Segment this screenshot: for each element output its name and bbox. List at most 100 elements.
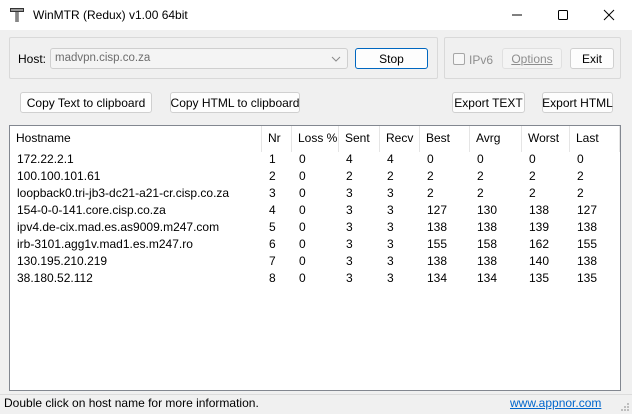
cell-avrg: 2 [477, 186, 484, 200]
table-row[interactable]: 172.22.2.1 1 0 4 4 0 0 0 0 [10, 151, 620, 168]
copy-html-button[interactable]: Copy HTML to clipboard [170, 92, 300, 113]
cell-nr: 4 [269, 203, 276, 217]
cell-worst: 135 [529, 271, 550, 285]
export-html-button[interactable]: Export HTML [542, 92, 613, 113]
cell-hostname: 38.180.52.112 [17, 271, 93, 285]
column-header-sent[interactable]: Sent [339, 126, 380, 152]
cell-last: 138 [577, 220, 598, 234]
minimize-button[interactable] [494, 0, 540, 30]
cell-hostname: 172.22.2.1 [17, 152, 74, 166]
cell-worst: 138 [529, 203, 550, 217]
cell-last: 138 [577, 254, 598, 268]
cell-sent: 3 [346, 186, 353, 200]
column-header-recv[interactable]: Recv [380, 126, 420, 152]
cell-loss: 0 [299, 254, 306, 268]
cell-recv: 3 [387, 186, 394, 200]
table-row[interactable]: loopback0.tri-jb3-dc21-a21-cr.cisp.co.za… [10, 185, 620, 202]
cell-loss: 0 [299, 237, 306, 251]
table-row[interactable]: 154-0-0-141.core.cisp.co.za 4 0 3 3 127 130 138… [10, 202, 620, 219]
cell-avrg: 138 [477, 220, 498, 234]
cell-nr: 2 [269, 169, 276, 183]
options-button[interactable]: Options [502, 48, 562, 69]
window-title: WinMTR (Redux) v1.00 64bit [33, 8, 188, 22]
cell-avrg: 0 [477, 152, 484, 166]
cell-nr: 1 [269, 152, 276, 166]
copy-text-button[interactable]: Copy Text to clipboard [20, 92, 152, 113]
cell-best: 134 [427, 271, 448, 285]
ipv6-checkbox[interactable] [453, 53, 465, 65]
table-row[interactable]: ipv4.de-cix.mad.es.as9009.m247.com 5 0 3 3 13… [10, 219, 620, 236]
title-bar[interactable]: WinMTR (Redux) v1.00 64bit [0, 0, 632, 30]
cell-avrg: 138 [477, 254, 498, 268]
cell-last: 155 [577, 237, 598, 251]
column-header-avrg[interactable]: Avrg [470, 126, 522, 152]
cell-worst: 2 [529, 186, 536, 200]
cell-nr: 7 [269, 254, 276, 268]
table-row[interactable]: 100.100.101.61 2 0 2 2 2 2 2 2 [10, 168, 620, 185]
cell-worst: 140 [529, 254, 550, 268]
exit-button[interactable]: Exit [570, 48, 614, 69]
cell-recv: 3 [387, 203, 394, 217]
column-header-loss[interactable]: Loss % [292, 126, 339, 152]
maximize-button[interactable] [540, 0, 586, 30]
column-header-last[interactable]: Last [570, 126, 620, 152]
cell-recv: 2 [387, 169, 394, 183]
table-row[interactable]: 130.195.210.219 7 0 3 3 138 138 140 138 [10, 253, 620, 270]
results-table[interactable]: Hostname Nr Loss % Sent Recv Best Avrg Worst Las… [9, 125, 621, 391]
cell-recv: 4 [387, 152, 394, 166]
chevron-down-icon [331, 56, 341, 62]
stop-button[interactable]: Stop [355, 48, 428, 69]
status-bar: Double click on host name for more infor… [0, 394, 632, 414]
cell-sent: 4 [346, 152, 353, 166]
cell-loss: 0 [299, 186, 306, 200]
table-row[interactable]: irb-3101.agg1v.mad1.es.m247.ro 6 0 3 3 155 158… [10, 236, 620, 253]
column-header-nr[interactable]: Nr [262, 126, 292, 152]
ipv6-label: IPv6 [469, 53, 494, 67]
cell-recv: 3 [387, 220, 394, 234]
cell-sent: 3 [346, 271, 353, 285]
column-header-worst[interactable]: Worst [522, 126, 570, 152]
host-value: madvpn.cisp.co.za [55, 52, 151, 64]
app-icon [9, 7, 25, 23]
cell-best: 155 [427, 237, 448, 251]
cell-nr: 3 [269, 186, 276, 200]
cell-best: 2 [427, 186, 434, 200]
cell-hostname: ipv4.de-cix.mad.es.as9009.m247.com [17, 220, 220, 234]
cell-loss: 0 [299, 152, 306, 166]
cell-best: 0 [427, 152, 434, 166]
table-row[interactable]: 38.180.52.112 8 0 3 3 134 134 135 135 [10, 270, 620, 287]
cell-loss: 0 [299, 203, 306, 217]
cell-avrg: 2 [477, 169, 484, 183]
cell-avrg: 134 [477, 271, 498, 285]
status-message: Double click on host name for more infor… [4, 396, 259, 410]
cell-hostname: loopback0.tri-jb3-dc21-a21-cr.cisp.co.za [17, 186, 230, 200]
resize-grip-icon[interactable] [620, 402, 630, 412]
exit-button-label: Exit [581, 51, 602, 66]
cell-nr: 6 [269, 237, 276, 251]
cell-sent: 3 [346, 254, 353, 268]
website-link[interactable]: www.appnor.com [510, 396, 601, 410]
cell-loss: 0 [299, 169, 306, 183]
cell-recv: 3 [387, 237, 394, 251]
cell-nr: 8 [269, 271, 276, 285]
column-header-best[interactable]: Best [420, 126, 470, 152]
cell-avrg: 130 [477, 203, 498, 217]
cell-sent: 2 [346, 169, 353, 183]
host-combobox[interactable]: madvpn.cisp.co.za [50, 48, 348, 69]
cell-loss: 0 [299, 220, 306, 234]
cell-worst: 162 [529, 237, 550, 251]
minimize-icon [512, 14, 522, 16]
close-button[interactable] [586, 0, 632, 30]
cell-last: 2 [577, 169, 584, 183]
cell-sent: 3 [346, 220, 353, 234]
column-header-hostname[interactable]: Hostname [10, 126, 262, 152]
cell-best: 138 [427, 254, 448, 268]
close-icon [603, 9, 615, 21]
host-label: Host: [18, 52, 47, 66]
cell-last: 0 [577, 152, 584, 166]
export-text-button[interactable]: Export TEXT [452, 92, 525, 113]
cell-hostname: 130.195.210.219 [17, 254, 108, 268]
cell-recv: 3 [387, 271, 394, 285]
cell-nr: 5 [269, 220, 276, 234]
cell-loss: 0 [299, 271, 306, 285]
